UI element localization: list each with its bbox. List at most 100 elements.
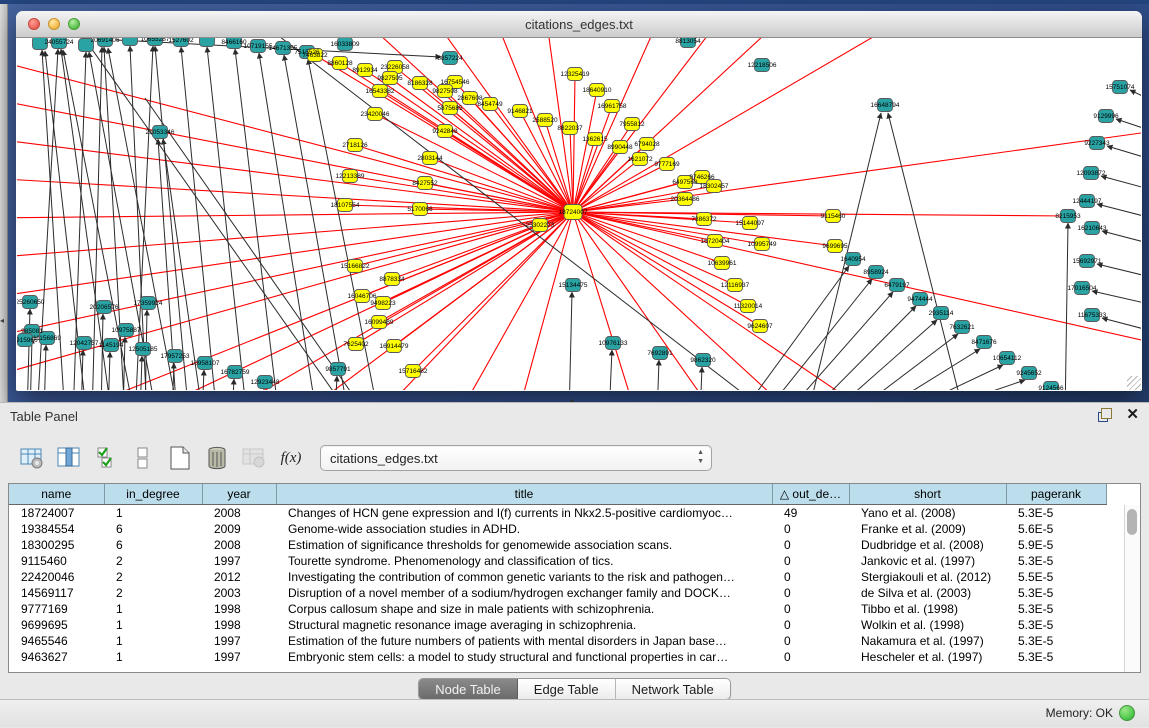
table-cell[interactable]: 1997 bbox=[202, 649, 276, 665]
network-canvas[interactable]: 1872400724055724206914061065528715276028… bbox=[17, 38, 1141, 390]
float-panel-icon[interactable] bbox=[1098, 408, 1112, 422]
table-cell[interactable]: 9465546 bbox=[9, 633, 104, 649]
table-cell[interactable]: Estimation of the future numbers of pati… bbox=[276, 633, 772, 649]
table-select-dropdown[interactable]: citations_edges.txt ▲▼ bbox=[320, 445, 712, 471]
tab-node-table[interactable]: Node Table bbox=[419, 679, 518, 699]
table-cell[interactable]: 0 bbox=[772, 649, 849, 665]
table-cell[interactable]: 5.3E-5 bbox=[1006, 553, 1106, 569]
table-cell[interactable]: 5.3E-5 bbox=[1006, 585, 1106, 601]
table-cell[interactable]: 49 bbox=[772, 505, 849, 522]
table-mode-icon[interactable] bbox=[18, 444, 46, 472]
table-cell[interactable]: 2008 bbox=[202, 537, 276, 553]
zoom-window-button[interactable] bbox=[68, 18, 80, 30]
table-row[interactable]: 969969511998Structural magnetic resonanc… bbox=[9, 617, 1121, 633]
table-cell[interactable]: Genome-wide association studies in ADHD. bbox=[276, 521, 772, 537]
table-cell[interactable]: 2 bbox=[104, 569, 202, 585]
left-panel-edge[interactable]: ◂ bbox=[0, 4, 8, 406]
table-cell[interactable]: 1 bbox=[104, 601, 202, 617]
create-column-icon[interactable] bbox=[166, 444, 194, 472]
tab-network-table[interactable]: Network Table bbox=[616, 679, 730, 699]
function-builder-icon[interactable]: f(x) bbox=[277, 444, 305, 472]
table-cell[interactable]: Dudbridge et al. (2008) bbox=[849, 537, 1006, 553]
table-cell[interactable]: Tourette syndrome. Phenomenology and cla… bbox=[276, 553, 772, 569]
minimize-window-button[interactable] bbox=[48, 18, 60, 30]
column-header-in_degree[interactable]: in_degree bbox=[104, 484, 202, 505]
table-cell[interactable]: Corpus callosum shape and size in male p… bbox=[276, 601, 772, 617]
table-row[interactable]: 911546021997Tourette syndrome. Phenomeno… bbox=[9, 553, 1121, 569]
table-cell[interactable]: 18300295 bbox=[9, 537, 104, 553]
table-cell[interactable]: Jankovic et al. (1997) bbox=[849, 553, 1006, 569]
table-cell[interactable]: 5.6E-5 bbox=[1006, 521, 1106, 537]
table-row[interactable]: 2242004622012Investigating the contribut… bbox=[9, 569, 1121, 585]
table-cell[interactable]: 1997 bbox=[202, 553, 276, 569]
column-header-out_de[interactable]: △ out_de… bbox=[772, 484, 849, 505]
column-header-name[interactable]: name bbox=[9, 484, 104, 505]
table-cell[interactable]: Franke et al. (2009) bbox=[849, 521, 1006, 537]
table-cell[interactable]: 5.3E-5 bbox=[1006, 617, 1106, 633]
table-cell[interactable]: 5.9E-5 bbox=[1006, 537, 1106, 553]
table-cell[interactable]: 0 bbox=[772, 617, 849, 633]
table-cell[interactable]: 0 bbox=[772, 601, 849, 617]
table-cell[interactable]: 0 bbox=[772, 633, 849, 649]
table-cell[interactable]: 9463627 bbox=[9, 649, 104, 665]
column-header-pagerank[interactable]: pagerank bbox=[1006, 484, 1106, 505]
table-cell[interactable]: Stergiakouli et al. (2012) bbox=[849, 569, 1006, 585]
table-cell[interactable]: Estimation of significance thresholds fo… bbox=[276, 537, 772, 553]
table-cell[interactable]: 6 bbox=[104, 521, 202, 537]
table-cell[interactable]: 19384554 bbox=[9, 521, 104, 537]
select-all-columns-icon[interactable] bbox=[92, 444, 120, 472]
column-header-short[interactable]: short bbox=[849, 484, 1006, 505]
table-cell[interactable]: 2012 bbox=[202, 569, 276, 585]
table-cell[interactable]: 1998 bbox=[202, 601, 276, 617]
table-cell[interactable]: Hescheler et al. (1997) bbox=[849, 649, 1006, 665]
table-cell[interactable]: 2009 bbox=[202, 521, 276, 537]
table-row[interactable]: 946554611997Estimation of the future num… bbox=[9, 633, 1121, 649]
delete-column-icon[interactable] bbox=[203, 444, 231, 472]
table-cell[interactable]: 0 bbox=[772, 553, 849, 569]
table-cell[interactable]: 2003 bbox=[202, 585, 276, 601]
table-cell[interactable]: 9777169 bbox=[9, 601, 104, 617]
table-row[interactable]: 1872400712008Changes of HCN gene express… bbox=[9, 505, 1121, 522]
table-cell[interactable]: 2008 bbox=[202, 505, 276, 522]
table-cell[interactable]: 5.3E-5 bbox=[1006, 505, 1106, 522]
table-cell[interactable]: 1997 bbox=[202, 633, 276, 649]
table-row[interactable]: 1938455462009Genome-wide association stu… bbox=[9, 521, 1121, 537]
close-panel-icon[interactable]: ✕ bbox=[1126, 408, 1139, 422]
table-cell[interactable]: Wolkin et al. (1998) bbox=[849, 617, 1006, 633]
table-cell[interactable]: 5.3E-5 bbox=[1006, 649, 1106, 665]
table-cell[interactable]: 0 bbox=[772, 521, 849, 537]
table-cell[interactable]: 5.3E-5 bbox=[1006, 601, 1106, 617]
table-cell[interactable]: 6 bbox=[104, 537, 202, 553]
table-cell[interactable]: 0 bbox=[772, 537, 849, 553]
table-cell[interactable]: Investigating the contribution of common… bbox=[276, 569, 772, 585]
network-view-window[interactable]: citations_edges.txt 18724007240557242069… bbox=[16, 11, 1142, 391]
table-cell[interactable]: 9699695 bbox=[9, 617, 104, 633]
table-row[interactable]: 977716911998Corpus callosum shape and si… bbox=[9, 601, 1121, 617]
vertical-scrollbar[interactable] bbox=[1124, 505, 1140, 672]
citation-network-graph[interactable]: 1872400724055724206914061065528715276028… bbox=[17, 38, 1141, 390]
collapse-arrow-icon[interactable]: ◂ bbox=[0, 316, 4, 325]
table-cell[interactable]: 1 bbox=[104, 505, 202, 522]
table-cell[interactable]: 14569117 bbox=[9, 585, 104, 601]
table-row[interactable]: 1456911722003Disruption of a novel membe… bbox=[9, 585, 1121, 601]
table-cell[interactable]: Yano et al. (2008) bbox=[849, 505, 1006, 522]
table-cell[interactable]: Structural magnetic resonance image aver… bbox=[276, 617, 772, 633]
table-cell[interactable]: 1 bbox=[104, 633, 202, 649]
table-row[interactable]: 1830029562008Estimation of significance … bbox=[9, 537, 1121, 553]
table-cell[interactable]: 0 bbox=[772, 569, 849, 585]
table-cell[interactable]: 9115460 bbox=[9, 553, 104, 569]
window-resize-grip[interactable] bbox=[1127, 376, 1141, 390]
table-cell[interactable]: 2 bbox=[104, 585, 202, 601]
table-cell[interactable]: Tibbo et al. (1998) bbox=[849, 601, 1006, 617]
table-cell[interactable]: Disruption of a novel member of a sodium… bbox=[276, 585, 772, 601]
table-cell[interactable]: 2 bbox=[104, 553, 202, 569]
table-cell[interactable]: 18724007 bbox=[9, 505, 104, 522]
close-window-button[interactable] bbox=[28, 18, 40, 30]
table-cell[interactable]: 0 bbox=[772, 585, 849, 601]
show-columns-icon[interactable] bbox=[55, 444, 83, 472]
network-node[interactable] bbox=[123, 38, 138, 46]
table-cell[interactable]: 1 bbox=[104, 617, 202, 633]
table-row[interactable]: 946362711997Embryonic stem cells: a mode… bbox=[9, 649, 1121, 665]
table-cell[interactable]: 5.3E-5 bbox=[1006, 633, 1106, 649]
network-node[interactable] bbox=[200, 38, 215, 47]
